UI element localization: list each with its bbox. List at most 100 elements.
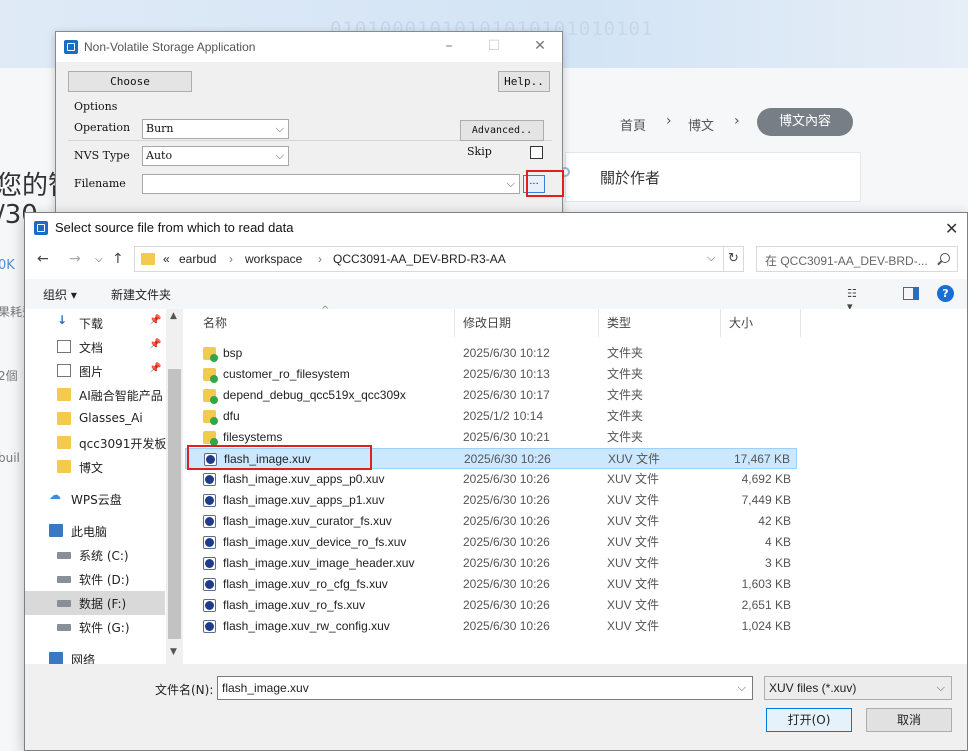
file-size: 2,651 KB: [741, 598, 791, 612]
nav-item[interactable]: ↓ 下载 📌: [25, 311, 165, 335]
scroll-up-icon[interactable]: ▲: [170, 311, 177, 321]
preview-pane-icon[interactable]: [903, 287, 919, 300]
chevron-down-icon[interactable]: ⌵: [707, 252, 715, 265]
close-icon[interactable]: ✕: [532, 38, 548, 54]
skip-checkbox[interactable]: [530, 146, 543, 159]
nav-item[interactable]: 数据 (F:): [25, 591, 165, 615]
search-icon: [940, 253, 950, 263]
chevron-down-icon: ⌵: [275, 149, 284, 162]
recent-chevron-icon[interactable]: ⌵: [95, 254, 103, 265]
choose-button[interactable]: Choose: [68, 71, 192, 92]
file-row[interactable]: flash_image.xuv_apps_p1.xuv 2025/6/30 10:…: [185, 490, 797, 511]
drive-icon: [57, 552, 71, 559]
file-row[interactable]: flash_image.xuv_ro_cfg_fs.xuv 2025/6/30 1…: [185, 574, 797, 595]
address-segment[interactable]: earbud: [179, 252, 216, 266]
maximize-icon: ☐: [487, 38, 501, 54]
scroll-down-icon[interactable]: ▼: [170, 647, 177, 657]
address-segment[interactable]: QCC3091-AA_DEV-BRD-R3-AA: [333, 252, 506, 266]
drive-icon: [57, 624, 71, 631]
file-row[interactable]: depend_debug_qcc519x_qcc309x 2025/6/30 10…: [185, 385, 797, 406]
file-row[interactable]: flash_image.xuv_device_ro_fs.xuv 2025/6/3…: [185, 532, 797, 553]
nvs-type-select[interactable]: Auto ⌵: [142, 146, 289, 166]
nav-item[interactable]: 图片 📌: [25, 359, 165, 383]
drive-icon: [57, 600, 71, 607]
file-date: 2025/6/30 10:26: [463, 535, 550, 549]
nav-item-label: Glasses_Ai: [79, 411, 143, 425]
file-size: 3 KB: [764, 556, 791, 570]
file-row[interactable]: flash_image.xuv_rw_config.xuv 2025/6/30 1…: [185, 616, 797, 637]
file-row[interactable]: flash_image.xuv_image_header.xuv 2025/6/3…: [185, 553, 797, 574]
file-row[interactable]: flash_image.xuv_apps_p0.xuv 2025/6/30 10:…: [185, 469, 797, 490]
folder-icon: [203, 410, 218, 425]
nav-item[interactable]: 博文: [25, 455, 165, 479]
help-button[interactable]: Help..: [498, 71, 550, 92]
new-folder-button[interactable]: 新建文件夹: [111, 286, 171, 303]
nvs-titlebar[interactable]: Non-Volatile Storage Application – ☐ ✕: [56, 32, 562, 62]
advanced-button[interactable]: Advanced..: [460, 120, 544, 141]
nav-scrollbar[interactable]: ▲ ▼: [166, 309, 183, 664]
cancel-button[interactable]: 取消: [866, 708, 952, 732]
author-title: 關於作者: [600, 169, 661, 187]
picture-icon: [57, 364, 71, 377]
address-segment[interactable]: workspace: [245, 252, 302, 266]
scroll-thumb[interactable]: [168, 369, 181, 639]
search-input[interactable]: 在 QCC3091-AA_DEV-BRD-...: [756, 246, 958, 272]
nav-item-label: 博文: [79, 461, 104, 475]
nav-item-label: 数据 (F:): [79, 597, 127, 611]
filetype-select[interactable]: XUV files (*.xuv) ⌵: [764, 676, 952, 700]
file-type: XUV 文件: [607, 514, 660, 528]
dialog-titlebar[interactable]: Select source file from which to read da…: [25, 213, 967, 243]
pin-icon[interactable]: 📌: [149, 315, 161, 326]
column-header-type[interactable]: 类型: [599, 309, 721, 337]
back-arrow-icon[interactable]: ←: [37, 251, 49, 267]
chevron-down-icon: ⌵: [275, 122, 284, 135]
file-type: XUV 文件: [607, 619, 660, 633]
filetype-value: XUV files (*.xuv): [769, 681, 857, 695]
nav-item[interactable]: qcc3091开发板: [25, 431, 166, 455]
address-bar[interactable]: « earbud › workspace › QCC3091-AA_DEV-BR…: [134, 246, 744, 272]
column-header-date[interactable]: 修改日期: [455, 309, 599, 337]
operation-select[interactable]: Burn ⌵: [142, 119, 289, 139]
dialog-footer: 文件名(N): flash_image.xuv ⌵ XUV files (*.xu…: [25, 664, 967, 750]
file-row[interactable]: customer_ro_filesystem 2025/6/30 10:13 文件夹: [185, 364, 797, 385]
address-row: ← → ⌵ ↑ « earbud › workspace › QCC3091-A…: [25, 243, 967, 277]
nav-item[interactable]: 网络: [25, 647, 165, 664]
up-arrow-icon[interactable]: ↑: [112, 251, 124, 267]
file-row[interactable]: flash_image.xuv_curator_fs.xuv 2025/6/30 …: [185, 511, 797, 532]
nav-item[interactable]: 软件 (G:): [25, 615, 165, 639]
close-icon[interactable]: ✕: [945, 219, 958, 238]
nav-item[interactable]: 系统 (C:): [25, 543, 165, 567]
file-type: XUV 文件: [607, 577, 660, 591]
file-row[interactable]: bsp 2025/6/30 10:12 文件夹: [185, 343, 797, 364]
folder-icon: [57, 412, 71, 425]
file-type: 文件夹: [607, 430, 644, 444]
nav-item[interactable]: Glasses_Ai: [25, 407, 165, 431]
address-overflow[interactable]: «: [163, 252, 170, 266]
organize-menu[interactable]: 组织 ▾: [43, 286, 77, 303]
minimize-icon[interactable]: –: [441, 38, 457, 54]
nav-item[interactable]: 文档 📌: [25, 335, 165, 359]
breadcrumb-home[interactable]: 首頁: [620, 115, 646, 134]
filename-combo[interactable]: ⌵: [142, 174, 520, 194]
nav-item[interactable]: AI融合智能产品: [25, 383, 165, 407]
drive-icon: [57, 576, 71, 583]
pin-icon[interactable]: 📌: [149, 363, 161, 374]
file-icon: [203, 494, 216, 507]
pin-icon[interactable]: 📌: [149, 339, 161, 350]
column-header-size[interactable]: 大小: [721, 309, 801, 337]
nav-item[interactable]: 此电脑: [25, 519, 165, 543]
open-button[interactable]: 打开(O): [766, 708, 852, 732]
operation-label: Operation: [74, 121, 131, 134]
file-date: 2025/6/30 10:26: [463, 493, 550, 507]
breadcrumb-blog[interactable]: 博文: [688, 115, 714, 134]
nav-item[interactable]: ☁ WPS云盘: [25, 487, 165, 511]
chevron-down-icon[interactable]: ⌵: [738, 677, 746, 699]
file-row[interactable]: flash_image.xuv_ro_fs.xuv 2025/6/30 10:26…: [185, 595, 797, 616]
file-name: customer_ro_filesystem: [223, 367, 350, 381]
help-icon[interactable]: ?: [937, 285, 954, 302]
nav-item[interactable]: 软件 (D:): [25, 567, 165, 591]
refresh-icon[interactable]: ↻: [723, 247, 743, 271]
view-options-icon[interactable]: ☷ ▾: [847, 287, 863, 313]
filename-input[interactable]: flash_image.xuv ⌵: [217, 676, 753, 700]
file-row[interactable]: dfu 2025/1/2 10:14 文件夹: [185, 406, 797, 427]
